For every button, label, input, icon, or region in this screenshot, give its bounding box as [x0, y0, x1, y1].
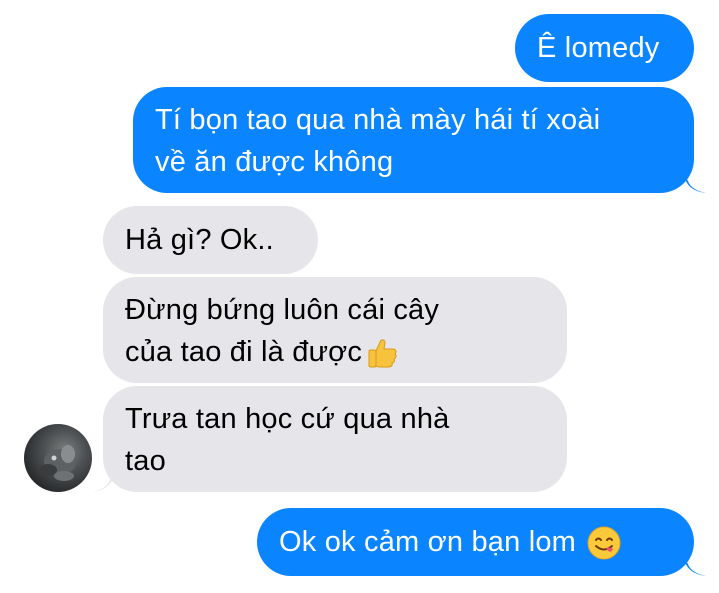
bubble-tail-icon: [92, 474, 114, 492]
thumbs-up-emoji-icon: [364, 335, 400, 371]
face-savoring-food-emoji-icon: [586, 525, 622, 561]
incoming-message-bubble[interactable]: Hả gì? Ok..: [103, 206, 318, 274]
avatar-photo-icon: [39, 445, 76, 481]
outgoing-message-bubble[interactable]: Ê lomedy: [515, 14, 694, 82]
outgoing-message-bubble[interactable]: Tí bọn tao qua nhà mày hái tí xoài về ăn…: [133, 87, 694, 193]
bubble-tail-icon: [684, 175, 706, 193]
contact-avatar[interactable]: [24, 424, 92, 492]
outgoing-message-bubble[interactable]: Ok ok cảm ơn bạn lom: [257, 508, 694, 576]
message-text: Hả gì? Ok..: [125, 224, 274, 256]
incoming-message-bubble[interactable]: Đừng bứng luôn cái cây của tao đi là đượ…: [103, 277, 567, 383]
message-text: Ê lomedy: [537, 32, 660, 64]
message-text: Trưa tan học cứ qua nhà tao: [125, 403, 450, 477]
message-text: Ok ok cảm ơn bạn lom: [279, 526, 577, 558]
bubble-tail-icon: [684, 558, 706, 576]
message-text: Tí bọn tao qua nhà mày hái tí xoài về ăn…: [155, 104, 601, 178]
incoming-message-bubble[interactable]: Trưa tan học cứ qua nhà tao: [103, 386, 567, 492]
